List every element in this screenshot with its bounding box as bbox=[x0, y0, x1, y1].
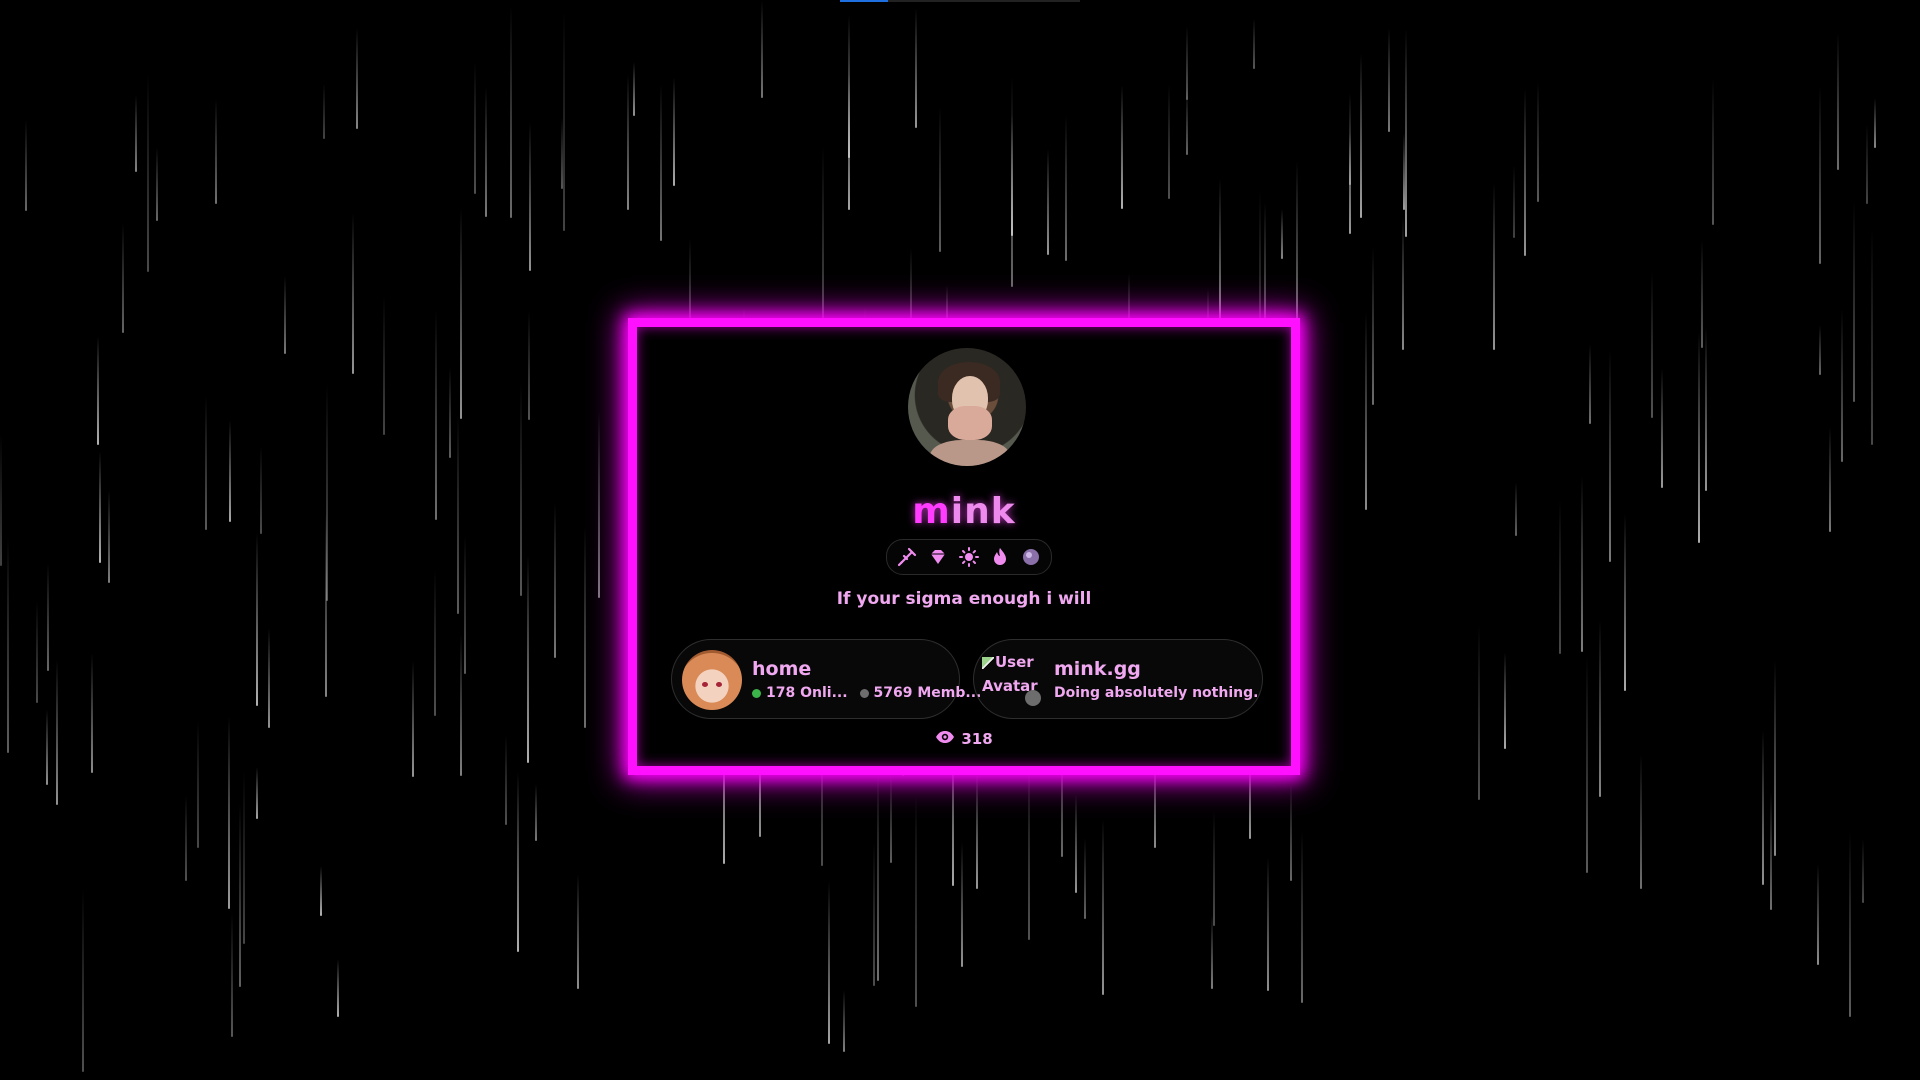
flame-icon[interactable] bbox=[989, 546, 1011, 568]
discord-server-widget[interactable]: home 178 Onli... 5769 Memb... bbox=[671, 639, 981, 719]
presence-username: mink.gg bbox=[1054, 658, 1141, 680]
view-count: 318 bbox=[961, 730, 993, 748]
diamond-icon[interactable] bbox=[927, 546, 949, 568]
syringe-icon[interactable] bbox=[896, 546, 918, 568]
profile-name-first: m bbox=[912, 491, 951, 532]
server-icon bbox=[682, 650, 742, 710]
member-count: 5769 Memb... bbox=[859, 685, 981, 701]
page-loader bbox=[840, 0, 1080, 2]
broken-image-icon bbox=[982, 656, 994, 669]
member-dot-icon bbox=[859, 688, 869, 698]
presence-status: Doing absolutely nothing. bbox=[1054, 685, 1259, 701]
profile-name-rest: ink bbox=[950, 491, 1016, 532]
view-counter: 318 bbox=[637, 730, 1291, 748]
discord-presence-widget[interactable]: User Avatar mink.gg Doing absolutely not… bbox=[973, 639, 1263, 719]
offline-status-icon bbox=[1025, 690, 1041, 706]
orb-icon[interactable] bbox=[1020, 546, 1042, 568]
eye-icon bbox=[935, 730, 955, 748]
profile-bio: If your sigma enough i will bbox=[836, 589, 1092, 609]
sun-icon[interactable] bbox=[958, 546, 980, 568]
profile-avatar bbox=[908, 348, 1026, 466]
server-stats: 178 Onli... 5769 Memb... bbox=[752, 685, 981, 701]
profile-card: mink If your sigma enough i will home 17… bbox=[628, 318, 1300, 775]
online-dot-icon bbox=[752, 688, 761, 698]
online-count: 178 Onli... bbox=[752, 685, 848, 701]
profile-name: mink bbox=[637, 491, 1291, 532]
server-name: home bbox=[752, 658, 812, 680]
badge-row bbox=[886, 539, 1052, 575]
